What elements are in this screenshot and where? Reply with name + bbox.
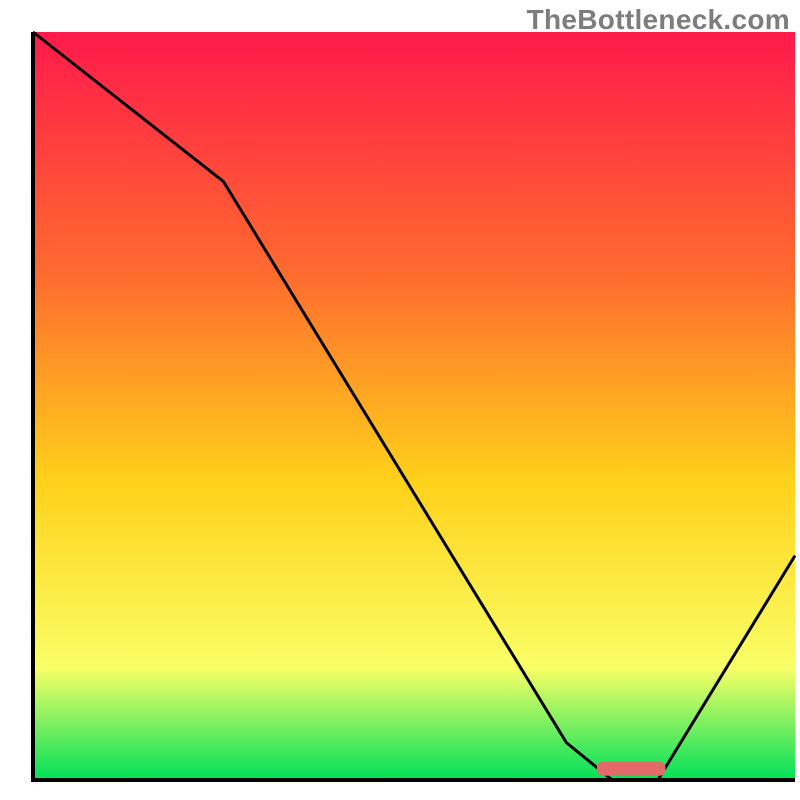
- watermark-text: TheBottleneck.com: [527, 4, 790, 36]
- plot-background: [33, 32, 795, 780]
- optimal-region-marker: [597, 762, 666, 776]
- bottleneck-chart: [0, 0, 800, 800]
